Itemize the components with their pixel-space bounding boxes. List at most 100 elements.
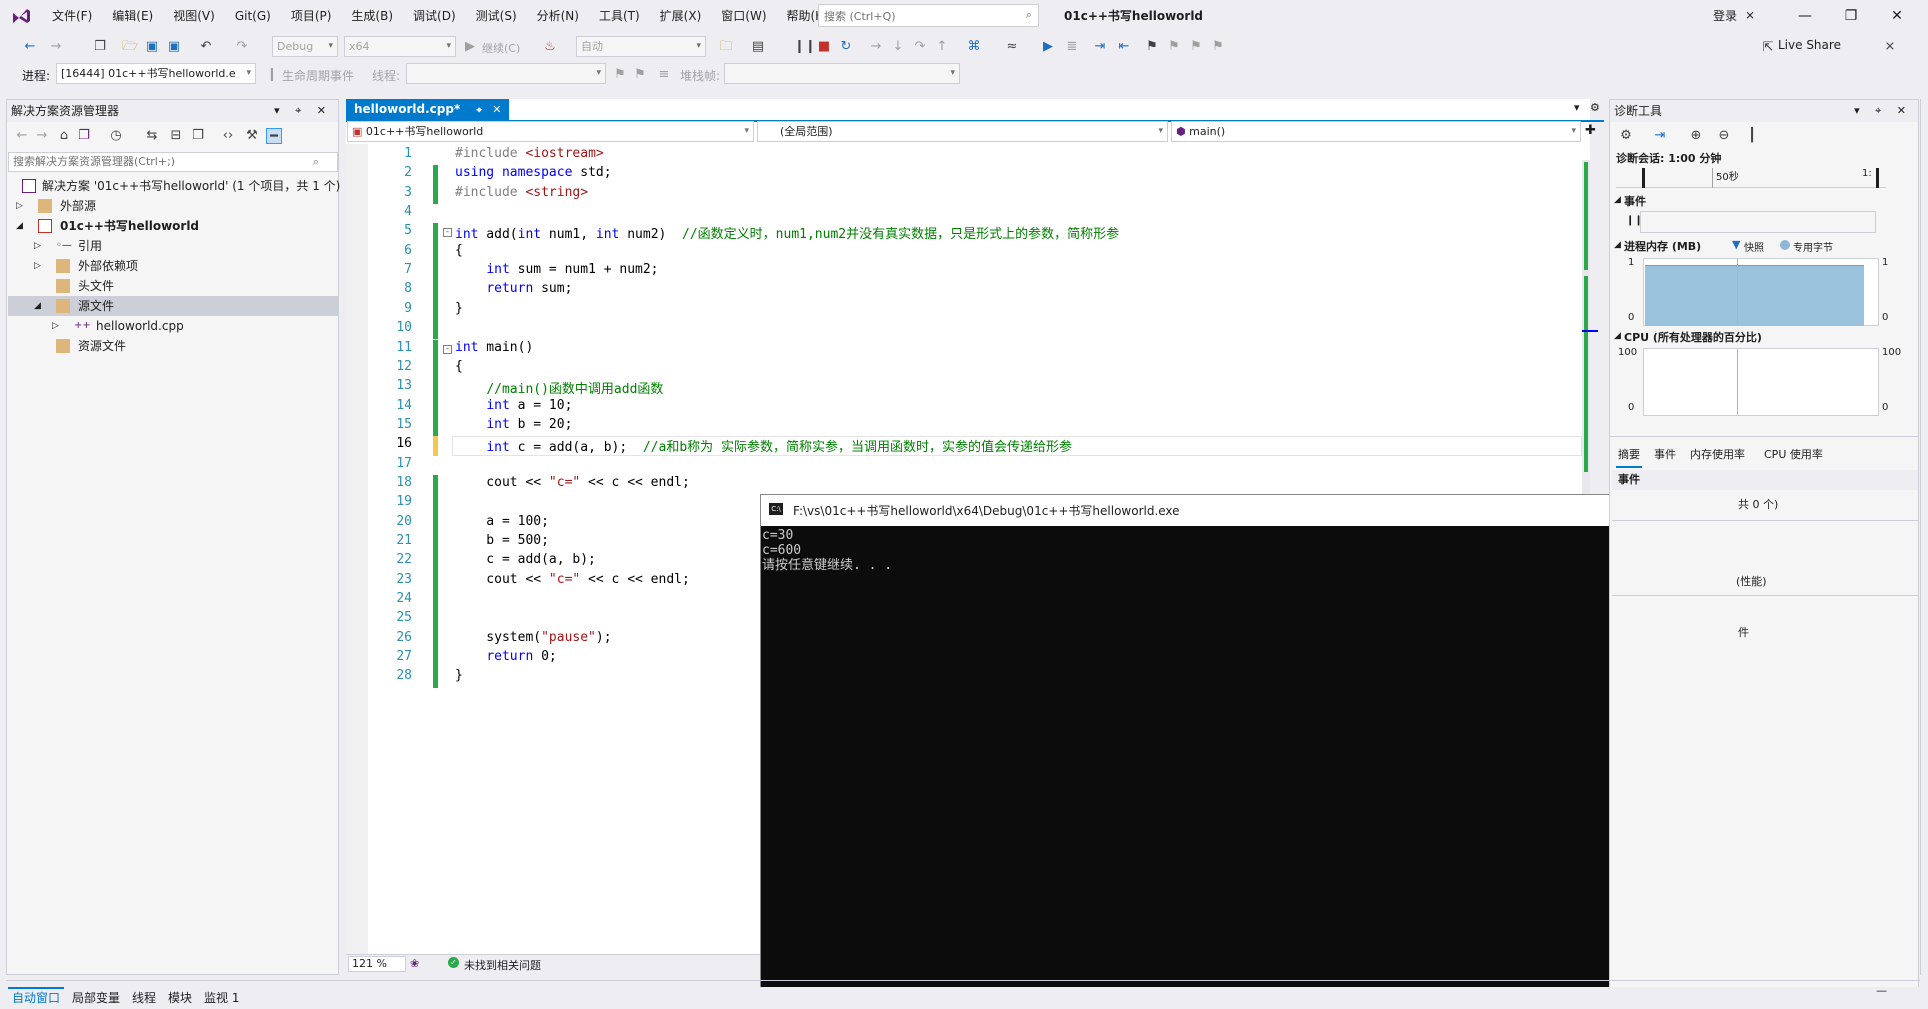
code-line[interactable]: } <box>455 668 463 683</box>
layout-icon[interactable]: ▤ <box>750 39 766 55</box>
tab-modules[interactable]: 模块 <box>164 989 196 1007</box>
save-all-icon[interactable]: ▣ <box>166 39 182 55</box>
intellicode-icon[interactable]: ❀ <box>410 957 419 970</box>
project-nav-select[interactable]: ▣ 01c++书写helloworld <box>347 121 754 142</box>
restore-button[interactable]: ❐ <box>1828 0 1874 32</box>
close-button[interactable]: ✕ <box>1874 0 1920 32</box>
code-line[interactable]: int main() <box>455 340 533 355</box>
bottom-panel-controls[interactable]: — <box>1876 984 1887 997</box>
continue-label[interactable]: 继续(C) <box>482 40 520 56</box>
liveshare-icon[interactable]: ⇱ <box>1760 40 1776 56</box>
outdent-icon[interactable]: ⇤ <box>1116 39 1132 55</box>
menu-view[interactable]: 视图(V) <box>163 0 225 32</box>
zoom-select[interactable]: 121 % <box>348 956 406 972</box>
bookmark-icon[interactable]: ⚑ <box>1144 39 1160 55</box>
hot-reload-icon[interactable]: ♨ <box>542 39 558 55</box>
collapse-icon[interactable]: ⊟ <box>168 128 184 144</box>
tab-helloworld-cpp[interactable]: helloworld.cpp* ⌖ ✕ <box>346 99 510 120</box>
open-icon[interactable]: 🗀 <box>718 39 734 55</box>
global-search-input[interactable]: 搜索 (Ctrl+Q) ⌕ <box>818 4 1039 27</box>
tab-summary[interactable]: 摘要 <box>1616 444 1642 468</box>
code-line[interactable]: } <box>455 301 463 316</box>
auto-select[interactable]: 自动 <box>576 36 706 57</box>
menu-debug[interactable]: 调试(D) <box>403 0 466 32</box>
code-line[interactable]: //main()函数中调用add函数 <box>455 378 663 397</box>
menu-edit[interactable]: 编辑(E) <box>102 0 163 32</box>
code-line[interactable]: system("pause"); <box>455 630 611 645</box>
lifecycle-icon[interactable]: ❙ <box>264 67 280 83</box>
tree-item-external-deps[interactable]: ▷ 外部依赖项 <box>8 256 338 276</box>
collapse-arrow-icon[interactable]: ◢ <box>1614 195 1621 205</box>
timeline-ruler[interactable]: 50秒 1: <box>1616 168 1886 188</box>
thread-icon[interactable]: ≈ <box>1004 39 1020 55</box>
console-output[interactable]: c=30 c=600 请按任意键继续. . . <box>762 526 1717 1004</box>
tab-overflow-icon[interactable]: ▾ <box>1574 101 1580 114</box>
tree-item-project[interactable]: ◢ 01c++书写helloworld <box>8 216 338 236</box>
breakpoint-icon[interactable]: ▶ <box>1040 39 1056 55</box>
forward-icon[interactable]: → <box>48 39 64 55</box>
menu-file[interactable]: 文件(F) <box>42 0 102 32</box>
new-project-icon[interactable]: ❐ <box>92 39 108 55</box>
code-line[interactable]: int sum = num1 + num2; <box>455 262 658 277</box>
collapse-arrow-icon[interactable]: ◢ <box>34 296 41 316</box>
account-icon[interactable]: ⨯ <box>1745 8 1755 22</box>
cpu-chart[interactable] <box>1643 348 1879 416</box>
expand-icon[interactable]: ▷ <box>34 236 41 256</box>
scope-nav-select[interactable]: (全局范围) <box>757 121 1168 142</box>
code-line[interactable]: cout << "c=" << c << endl; <box>455 475 690 490</box>
code-line[interactable]: int a = 10; <box>455 398 572 413</box>
config-select[interactable]: Debug <box>272 36 338 57</box>
comment-icon[interactable]: ≣ <box>1064 39 1080 55</box>
panel-controls[interactable]: ▾ ⌖ ✕ <box>274 100 332 122</box>
clear-bookmark-icon[interactable]: ⚑ <box>1210 39 1226 55</box>
open-folder-icon[interactable]: 🗁 <box>122 39 138 55</box>
step-out-icon[interactable]: ↑ <box>934 39 950 55</box>
code-line[interactable]: b = 500; <box>455 533 549 548</box>
sync-icon[interactable]: ⇆ <box>144 128 160 144</box>
tree-item-references[interactable]: ▷ ◦— 引用 <box>8 236 338 256</box>
tab-autos[interactable]: 自动窗口 <box>8 987 65 1007</box>
tree-item-solution[interactable]: 解决方案 '01c++书写helloworld' (1 个项目，共 1 个) <box>8 176 340 196</box>
menu-tools[interactable]: 工具(T) <box>589 0 650 32</box>
step-over-icon[interactable]: ↷ <box>912 39 928 55</box>
tree-item-header-files[interactable]: 头文件 <box>8 276 338 296</box>
tab-close-icon[interactable]: ✕ <box>492 103 501 116</box>
signin-link[interactable]: 登录 <box>1713 0 1737 32</box>
tab-watch1[interactable]: 监视 1 <box>200 989 243 1007</box>
split-editor-icon[interactable]: ✚ <box>1585 123 1596 138</box>
code-icon[interactable]: ‹› <box>220 128 236 144</box>
code-line[interactable]: int add(int num1, int num2) //函数定义时，num1… <box>455 223 1119 242</box>
outline-collapse-icon[interactable]: - <box>443 344 452 354</box>
tree-item-source-files[interactable]: ◢ 源文件 <box>8 296 338 316</box>
expand-icon[interactable]: ▷ <box>16 196 23 216</box>
home-icon[interactable]: ⌂ <box>56 128 72 144</box>
stack-icon[interactable]: ≡ <box>656 67 672 83</box>
step-into-icon[interactable]: ↓ <box>890 39 906 55</box>
next-bookmark-icon[interactable]: ⚑ <box>1188 39 1204 55</box>
menu-extensions[interactable]: 扩展(X) <box>650 0 712 32</box>
zoom-out-icon[interactable]: ⊖ <box>1716 128 1732 144</box>
code-line[interactable]: { <box>455 359 463 374</box>
process-select[interactable]: [16444] 01c++书写helloworld.e <box>56 63 256 84</box>
tab-locals[interactable]: 局部变量 <box>68 989 124 1007</box>
show-next-statement-icon[interactable]: → <box>868 39 884 55</box>
solution-search-input[interactable]: 搜索解决方案资源管理器(Ctrl+;) ⌕ <box>8 152 338 172</box>
menu-analyze[interactable]: 分析(N) <box>527 0 589 32</box>
expand-icon[interactable]: ▷ <box>34 256 41 276</box>
code-line[interactable]: #include <string> <box>455 185 588 200</box>
menu-build[interactable]: 生成(B) <box>341 0 403 32</box>
code-line[interactable]: c = add(a, b); <box>455 552 596 567</box>
console-titlebar[interactable]: F:\vs\01c++书写helloworld\x64\Debug\01c++书… <box>760 494 1738 526</box>
pin-icon[interactable]: ⌖ <box>476 105 482 116</box>
platform-select[interactable]: x64 <box>344 36 456 57</box>
code-line[interactable]: #include <iostream> <box>455 146 604 161</box>
collapse-arrow-icon[interactable]: ◢ <box>16 216 23 236</box>
code-line[interactable]: int b = 20; <box>455 417 572 432</box>
expand-icon[interactable]: ▷ <box>52 316 59 336</box>
lifecycle-label[interactable]: 生命周期事件 <box>282 67 354 84</box>
settings-icon[interactable]: ⚙ <box>1618 128 1634 144</box>
memory-chart[interactable] <box>1643 258 1879 326</box>
feedback-icon[interactable]: ⨯ <box>1882 39 1898 55</box>
menu-window[interactable]: 窗口(W) <box>711 0 776 32</box>
export-icon[interactable]: ⇥ <box>1652 128 1668 144</box>
